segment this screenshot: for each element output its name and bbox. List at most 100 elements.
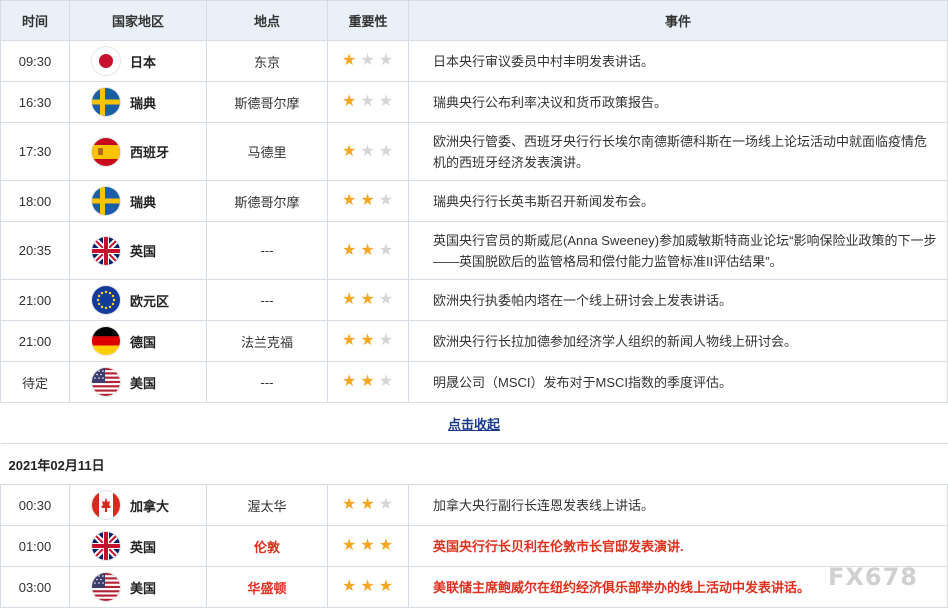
event-row: 待定 美国 --- ★ ★ ★ 明晟公司（MSCI）发布对于MSCI指数的季度评估。 — [0, 361, 948, 403]
star-filled-icon: ★ — [360, 332, 375, 349]
star-filled-icon: ★ — [342, 192, 357, 209]
star-empty-icon: ★ — [378, 192, 394, 209]
star-filled-icon: ★ — [360, 241, 375, 259]
country-cell: 西班牙 — [70, 137, 206, 166]
event-row: 09:30 日本 东京 ★ ★ ★ 日本央行审议委员中村丰明发表讲话。 — [0, 40, 948, 82]
importance-stars: ★ ★ ★ — [328, 241, 408, 259]
country-name: 西班牙 — [130, 145, 170, 160]
se-flag-icon — [92, 88, 120, 116]
uk-flag-icon — [92, 532, 120, 560]
star-empty-icon: ★ — [378, 241, 394, 259]
event-location: --- — [206, 221, 328, 280]
header-country: 国家地区 — [69, 0, 207, 41]
uk-flag-icon — [92, 236, 120, 265]
country-cell: 日本 — [70, 47, 206, 75]
country-name: 瑞典 — [130, 95, 157, 111]
event-location: 东京 — [206, 40, 328, 82]
day1-rows: 09:30 日本 东京 ★ ★ ★ 日本央行审议委员中村丰明发表讲话。 16:30 瑞典 斯德哥尔… — [0, 40, 948, 403]
country-cell: 瑞典 — [70, 187, 206, 215]
event-description: 瑞典央行公布利率决议和货币政策报告。 — [408, 81, 948, 123]
event-time: 18:00 — [0, 180, 70, 222]
event-row: 20:35 英国 --- ★ ★ ★ 英国央行官员的斯威尼(Anna Sweeney)参加威… — [0, 221, 948, 280]
country-name: 瑞典 — [130, 194, 157, 210]
star-empty-icon: ★ — [378, 142, 394, 160]
se-flag-icon — [92, 187, 120, 215]
collapse-row: 点击收起 — [0, 402, 948, 444]
day2-rows: 00:30 加拿大 渥太华 ★ ★ ★ 加拿大央行副行长连恩发表线上讲话。 01:00 英国 伦敦… — [0, 484, 948, 608]
es-flag-icon — [92, 137, 120, 166]
star-filled-icon: ★ — [342, 52, 357, 69]
star-filled-icon: ★ — [360, 537, 375, 554]
event-description: 英国央行行长贝利在伦敦市长官邸发表演讲. — [408, 525, 948, 567]
importance-stars: ★ ★ ★ — [328, 497, 408, 513]
star-filled-icon: ★ — [342, 332, 357, 349]
event-time: 09:30 — [0, 40, 70, 82]
star-filled-icon: ★ — [360, 192, 375, 209]
event-location: --- — [206, 279, 328, 321]
country-cell: 英国 — [70, 532, 206, 560]
event-description: 日本央行审议委员中村丰明发表讲话。 — [408, 40, 948, 82]
de-flag-icon — [92, 327, 120, 355]
importance-stars: ★ ★ ★ — [328, 94, 408, 110]
date-label: 2021年02月11日 — [0, 443, 948, 485]
event-row: 17:30 西班牙 马德里 ★ ★ ★ 欧洲央行管委、西班牙央行行长埃尔南德斯德科斯在一场线… — [0, 122, 948, 181]
event-time: 16:30 — [0, 81, 70, 123]
event-location: --- — [206, 361, 328, 403]
event-time: 00:30 — [0, 484, 70, 526]
event-time: 20:35 — [0, 221, 70, 280]
fx678-watermark: FX678 — [828, 563, 918, 591]
collapse-button[interactable]: 点击收起 — [448, 417, 500, 432]
star-empty-icon: ★ — [378, 291, 394, 308]
country-name: 美国 — [130, 580, 157, 596]
table-header: 时间 国家地区 地点 重要性 事件 — [0, 0, 948, 41]
event-location: 伦敦 — [206, 525, 328, 567]
header-event: 事件 — [408, 0, 948, 41]
country-name: 英国 — [130, 539, 157, 555]
calendar-table: 时间 国家地区 地点 重要性 事件 09:30 日本 东京 ★ ★ ★ 日本央行审议委员中村… — [0, 0, 948, 608]
star-filled-icon: ★ — [378, 578, 394, 595]
event-description: 加拿大央行副行长连恩发表线上讲话。 — [408, 484, 948, 526]
star-empty-icon: ★ — [378, 373, 394, 390]
country-name: 日本 — [130, 54, 157, 70]
event-row: 21:00 德国 法兰克福 ★ ★ ★ 欧洲央行行长拉加德参加经济学人组织的新闻人物线上研讨… — [0, 320, 948, 362]
event-row: 00:30 加拿大 渥太华 ★ ★ ★ 加拿大央行副行长连恩发表线上讲话。 — [0, 484, 948, 526]
ca-flag-icon — [92, 491, 120, 519]
event-description: 欧洲央行管委、西班牙央行行长埃尔南德斯德科斯在一场线上论坛活动中就面临疫情危机的… — [408, 122, 948, 181]
country-cell: 英国 — [70, 236, 206, 265]
country-cell: 加拿大 — [70, 491, 206, 519]
header-importance: 重要性 — [327, 0, 409, 41]
country-name: 美国 — [130, 375, 157, 391]
jp-flag-icon — [92, 47, 120, 75]
importance-stars: ★ ★ ★ — [328, 374, 408, 390]
event-time: 21:00 — [0, 320, 70, 362]
star-filled-icon: ★ — [342, 537, 357, 554]
date-row: 2021年02月11日 — [0, 443, 948, 485]
star-filled-icon: ★ — [342, 142, 357, 160]
star-filled-icon: ★ — [342, 373, 357, 390]
country-cell: 美国 — [70, 573, 206, 601]
us-flag-icon — [92, 573, 120, 601]
star-empty-icon: ★ — [378, 332, 394, 349]
star-empty-icon: ★ — [378, 496, 394, 513]
event-description: 欧洲央行执委帕内塔在一个线上研讨会上发表讲话。 — [408, 279, 948, 321]
star-filled-icon: ★ — [378, 537, 394, 554]
star-filled-icon: ★ — [342, 291, 357, 308]
event-location: 马德里 — [206, 122, 328, 181]
event-description: 瑞典央行行长英韦斯召开新闻发布会。 — [408, 180, 948, 222]
event-row: 18:00 瑞典 斯德哥尔摩 ★ ★ ★ 瑞典央行行长英韦斯召开新闻发布会。 — [0, 180, 948, 222]
importance-stars: ★ ★ ★ — [328, 193, 408, 209]
eu-flag-icon — [92, 286, 120, 314]
importance-stars: ★ ★ ★ — [328, 333, 408, 349]
star-empty-icon: ★ — [378, 52, 394, 69]
importance-stars: ★ ★ ★ — [328, 292, 408, 308]
star-empty-icon: ★ — [378, 93, 394, 110]
event-location: 华盛顿 — [206, 566, 328, 608]
star-filled-icon: ★ — [342, 93, 357, 110]
country-cell: 欧元区 — [70, 286, 206, 314]
event-row: 03:00 美国 华盛顿 ★ ★ ★ 美联储主席鲍威尔在纽约经济俱乐部举办的线上活动中发表讲… — [0, 566, 948, 608]
event-time: 17:30 — [0, 122, 70, 181]
country-name: 英国 — [130, 244, 157, 259]
country-cell: 瑞典 — [70, 88, 206, 116]
star-filled-icon: ★ — [360, 291, 375, 308]
country-cell: 德国 — [70, 327, 206, 355]
